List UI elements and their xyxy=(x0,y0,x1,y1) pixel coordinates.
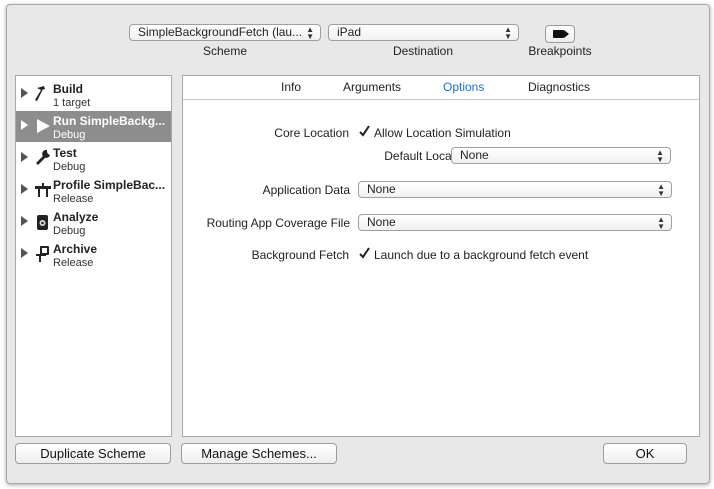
action-subtitle: Release xyxy=(53,257,94,269)
destination-popup[interactable]: iPad ▲ ▼ xyxy=(328,24,519,41)
breakpoint-tip xyxy=(564,30,569,38)
disclosure-triangle-icon[interactable] xyxy=(21,216,28,226)
routing-coverage-value: None xyxy=(367,215,396,229)
action-run[interactable]: Run SimpleBackg... Debug xyxy=(16,111,171,142)
tab-arguments[interactable]: Arguments xyxy=(343,80,401,94)
scheme-popup[interactable]: SimpleBackgroundFetch (lau... ▲ ▼ xyxy=(129,24,321,41)
application-data-popup[interactable]: None ▲ ▼ xyxy=(358,181,672,198)
destination-popup-value: iPad xyxy=(337,25,362,39)
application-data-value: None xyxy=(367,182,396,196)
analyze-icon xyxy=(37,215,48,230)
popup-arrows-icon: ▲ ▼ xyxy=(656,148,664,164)
checkmark-icon[interactable] xyxy=(358,125,371,138)
action-analyze[interactable]: Analyze Debug xyxy=(16,207,171,238)
action-title: Analyze xyxy=(53,210,99,224)
background-fetch-label: Background Fetch xyxy=(251,248,349,262)
disclosure-triangle-icon[interactable] xyxy=(21,152,28,162)
action-archive[interactable]: Archive Release xyxy=(16,239,171,270)
action-title: Archive xyxy=(53,242,98,256)
popup-arrows-icon: ▲ ▼ xyxy=(504,25,512,41)
action-subtitle: Debug xyxy=(53,161,86,173)
scheme-editor-sheet: SimpleBackgroundFetch (lau... ▲ ▼ Scheme … xyxy=(6,4,710,484)
play-icon xyxy=(37,119,50,133)
action-test[interactable]: Test Debug xyxy=(16,143,171,174)
tab-bar: Info Arguments Options Diagnostics xyxy=(183,76,699,100)
scheme-popup-value: SimpleBackgroundFetch (lau... xyxy=(138,25,303,39)
scheme-actions-list: Build 1 target Run SimpleBackg... Debug … xyxy=(15,75,172,437)
ok-button[interactable]: OK xyxy=(603,443,687,464)
checkmark-icon[interactable] xyxy=(358,247,371,260)
archive-icon xyxy=(36,246,49,262)
allow-location-simulation-label[interactable]: Allow Location Simulation xyxy=(374,126,511,140)
default-location-value: None xyxy=(460,148,489,162)
popup-arrows-icon: ▲ ▼ xyxy=(657,215,665,231)
routing-coverage-label: Routing App Coverage File xyxy=(206,216,350,230)
action-subtitle: Debug xyxy=(53,225,86,237)
core-location-label: Core Location xyxy=(274,126,349,140)
tab-diagnostics[interactable]: Diagnostics xyxy=(528,80,590,94)
action-subtitle: 1 target xyxy=(53,97,91,109)
action-title: Test xyxy=(53,146,77,160)
popup-arrows-icon: ▲ ▼ xyxy=(657,182,665,198)
wrench-icon xyxy=(36,149,50,165)
scheme-caption: Scheme xyxy=(202,44,248,58)
breakpoints-caption: Breakpoints xyxy=(528,44,592,58)
instruments-icon xyxy=(35,183,51,197)
default-location-label: Default Location xyxy=(384,149,471,163)
disclosure-triangle-icon[interactable] xyxy=(21,120,28,130)
action-title: Build xyxy=(53,82,83,96)
breakpoint-icon xyxy=(553,30,564,38)
scheme-detail-panel: Info Arguments Options Diagnostics Core … xyxy=(182,75,700,437)
duplicate-scheme-button[interactable]: Duplicate Scheme xyxy=(15,443,171,464)
disclosure-triangle-icon[interactable] xyxy=(21,248,28,258)
popup-arrows-icon: ▲ ▼ xyxy=(306,25,314,41)
action-title: Profile SimpleBac... xyxy=(53,178,166,192)
breakpoints-button[interactable] xyxy=(545,25,575,43)
routing-coverage-popup[interactable]: None ▲ ▼ xyxy=(358,214,672,231)
action-title: Run SimpleBackg... xyxy=(53,114,166,128)
hammer-icon xyxy=(35,86,45,101)
destination-caption: Destination xyxy=(392,44,454,58)
launch-background-fetch-label[interactable]: Launch due to a background fetch event xyxy=(374,248,588,262)
action-build[interactable]: Build 1 target xyxy=(16,79,171,110)
default-location-popup[interactable]: None ▲ ▼ xyxy=(451,147,671,164)
action-subtitle: Release xyxy=(53,193,94,205)
tab-options[interactable]: Options xyxy=(443,80,484,94)
application-data-label: Application Data xyxy=(262,183,350,197)
manage-schemes-button[interactable]: Manage Schemes... xyxy=(181,443,337,464)
action-profile[interactable]: Profile SimpleBac... Release xyxy=(16,175,171,206)
disclosure-triangle-icon[interactable] xyxy=(21,184,28,194)
tab-info[interactable]: Info xyxy=(281,80,301,94)
disclosure-triangle-icon[interactable] xyxy=(21,88,28,98)
action-subtitle: Debug xyxy=(53,129,86,141)
